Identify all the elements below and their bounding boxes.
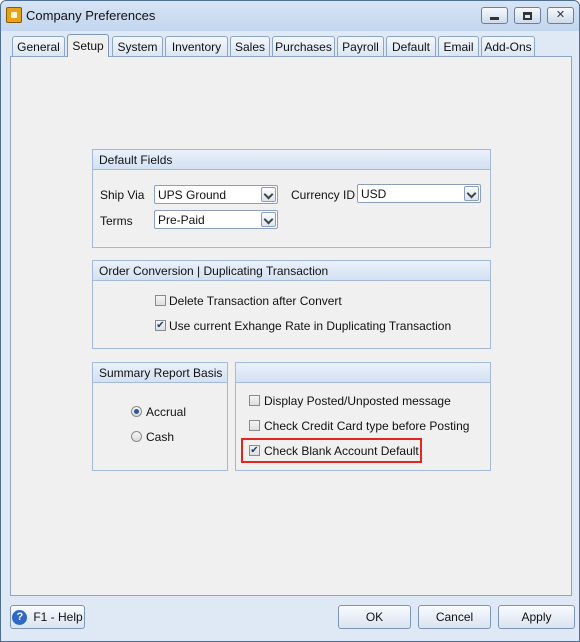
currency-id-label: Currency ID [291,188,356,202]
tab-setup[interactable]: Setup [67,34,109,57]
ok-button[interactable]: OK [338,605,411,629]
highlight-box [241,438,422,463]
accrual-label[interactable]: Accrual [146,405,186,419]
tab-purchases[interactable]: Purchases [272,36,335,56]
ship-via-label: Ship Via [100,188,145,202]
chevron-down-icon[interactable] [261,187,276,202]
summary-report-title: Summary Report Basis [93,363,227,383]
exchange-rate-checkbox[interactable]: ✔ [155,320,166,331]
cancel-button[interactable]: Cancel [418,605,491,629]
minimize-icon [490,17,499,20]
apply-button[interactable]: Apply [498,605,575,629]
app-icon [6,7,22,23]
help-icon: ? [12,609,28,625]
close-button[interactable]: ✕ [547,7,574,24]
maximize-button[interactable] [514,7,541,24]
terms-label: Terms [100,214,133,228]
minimize-button[interactable] [481,7,508,24]
tab-add-ons[interactable]: Add-Ons [481,36,535,56]
credit-card-checkbox[interactable] [249,420,260,431]
tab-sales[interactable]: Sales [230,36,270,56]
currency-id-value: USD [361,187,387,201]
company-preferences-window: Company Preferences ✕ General Setup Syst… [0,0,580,642]
cash-radio[interactable] [131,431,142,442]
close-icon: ✕ [555,9,566,21]
currency-id-select[interactable]: USD [357,184,481,203]
posted-message-checkbox[interactable] [249,395,260,406]
chevron-down-icon[interactable] [261,212,276,227]
cash-label[interactable]: Cash [146,430,174,444]
ship-via-select[interactable]: UPS Ground [154,185,278,204]
tab-default[interactable]: Default [386,36,436,56]
ship-via-value: UPS Ground [158,188,227,202]
exchange-rate-label[interactable]: Use current Exhange Rate in Duplicating … [169,319,451,333]
help-label: F1 - Help [33,610,83,624]
tab-general[interactable]: General [12,36,65,56]
posted-message-label[interactable]: Display Posted/Unposted message [264,394,451,408]
window-title: Company Preferences [26,8,156,23]
posting-options-header [236,363,490,383]
maximize-icon [523,11,532,20]
tab-payroll[interactable]: Payroll [337,36,384,56]
tab-system[interactable]: System [112,36,163,56]
tab-email[interactable]: Email [438,36,479,56]
order-conversion-title: Order Conversion | Duplicating Transacti… [93,261,490,281]
help-button[interactable]: ? F1 - Help [10,605,85,629]
chevron-down-icon[interactable] [464,186,479,201]
delete-transaction-label[interactable]: Delete Transaction after Convert [169,294,342,308]
accrual-radio[interactable] [131,406,142,417]
terms-value: Pre-Paid [158,213,205,227]
credit-card-label[interactable]: Check Credit Card type before Posting [264,419,469,433]
title-bar[interactable]: Company Preferences ✕ [1,1,579,31]
terms-select[interactable]: Pre-Paid [154,210,278,229]
delete-transaction-checkbox[interactable] [155,295,166,306]
tab-inventory[interactable]: Inventory [165,36,228,56]
default-fields-title: Default Fields [93,150,490,170]
